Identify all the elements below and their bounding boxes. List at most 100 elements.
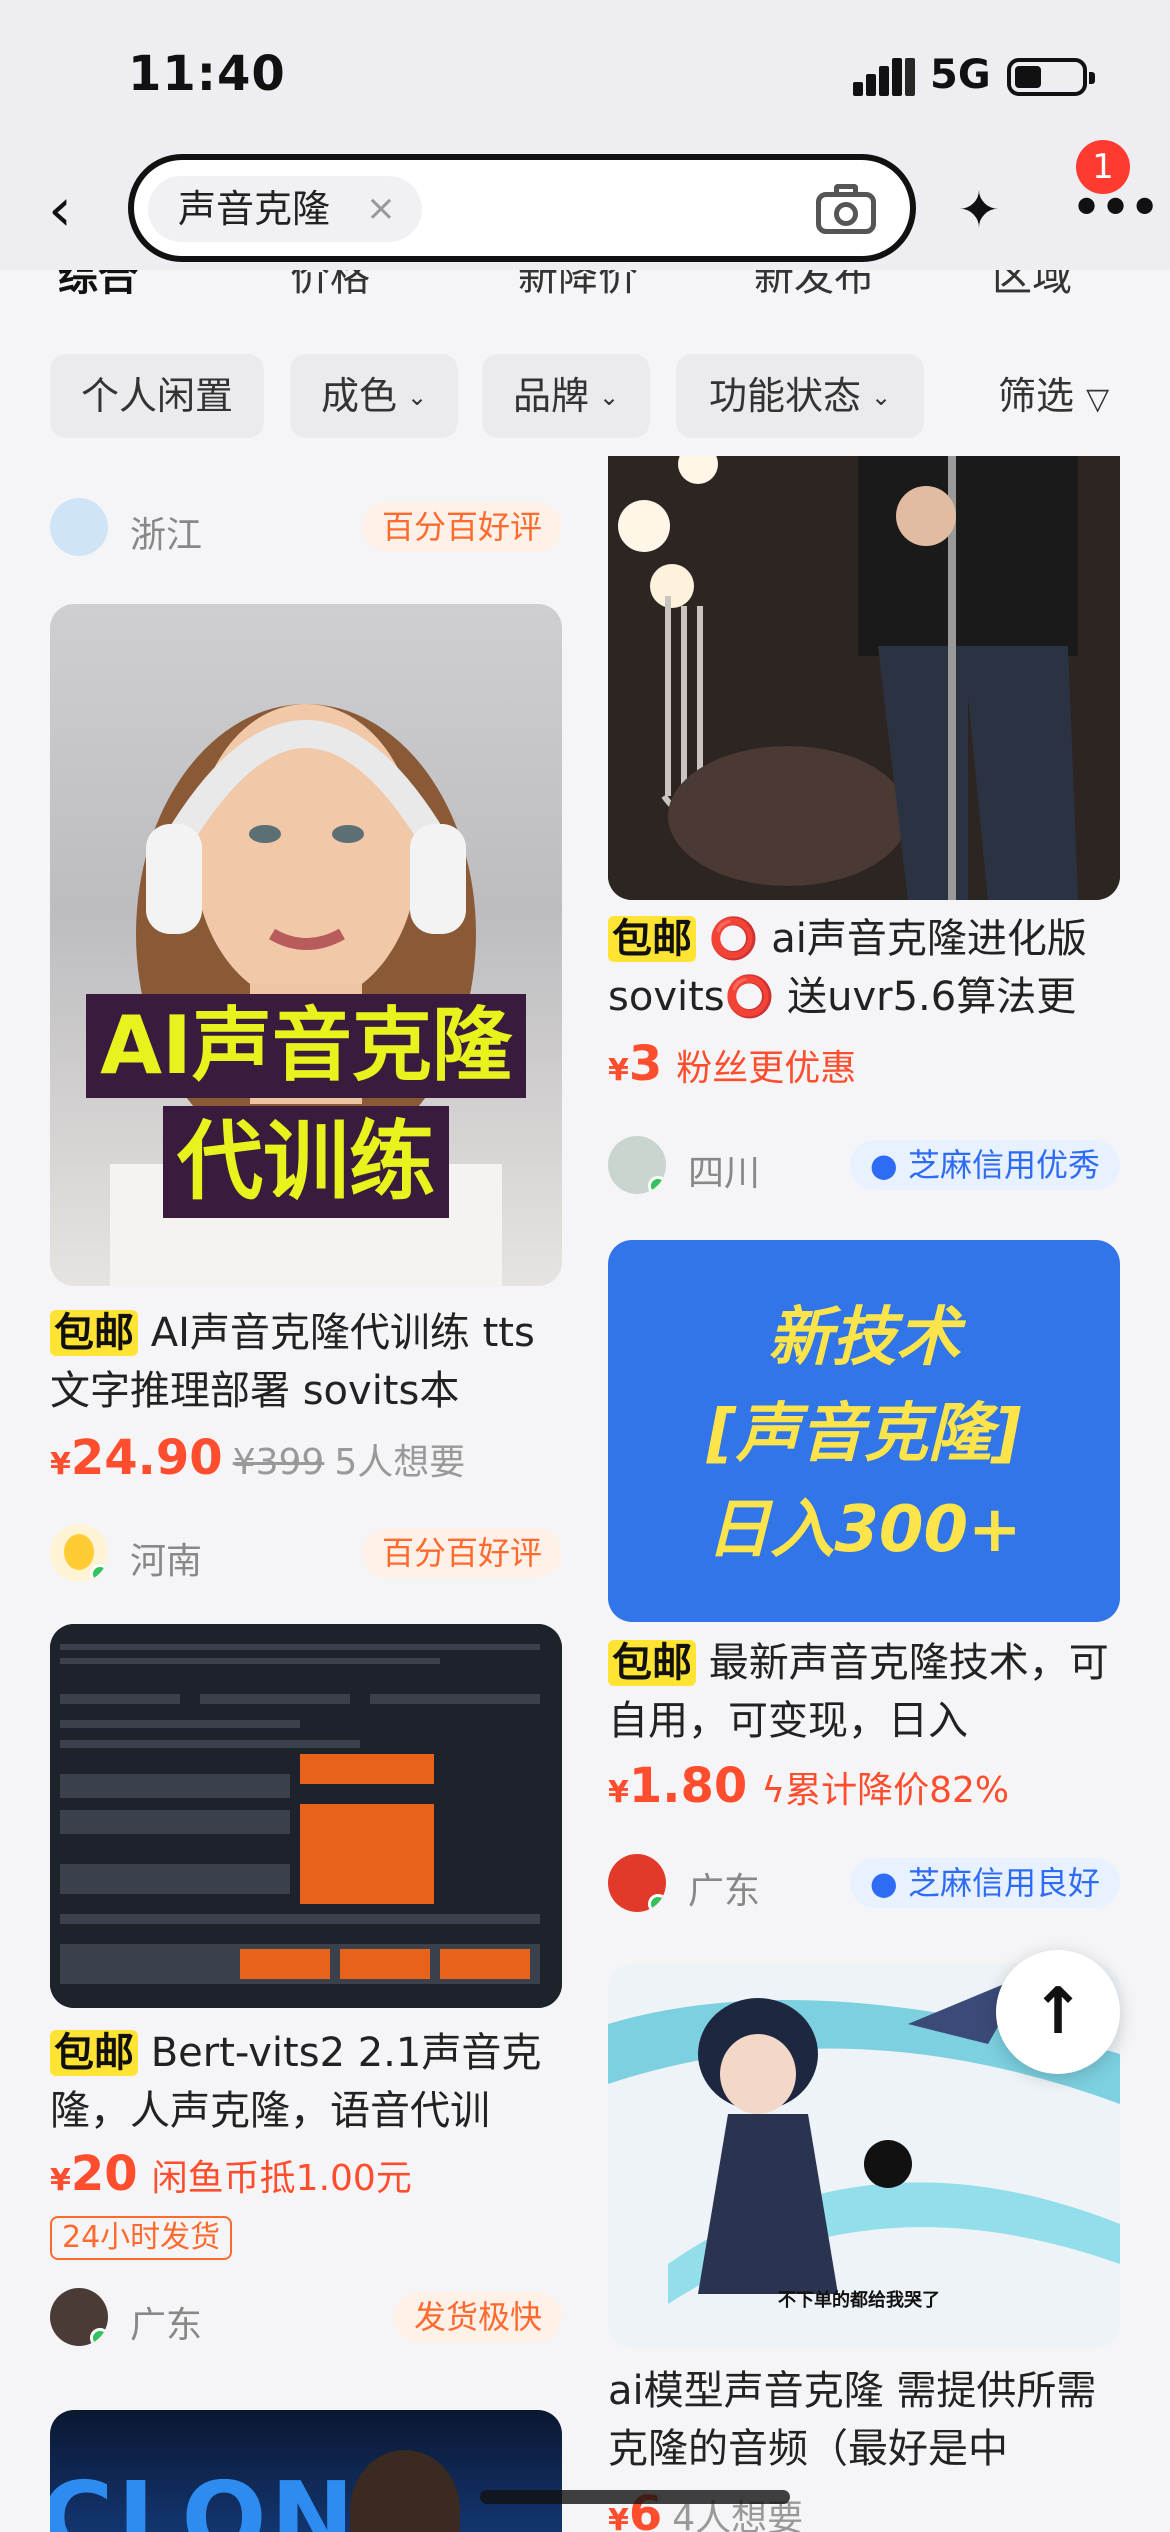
chevron-down-icon: ⌄	[870, 383, 892, 411]
seller-row[interactable]: 广东 ● 芝麻信用良好	[608, 1854, 1120, 1914]
filter-label: 功能状态	[708, 374, 861, 418]
product-title-text: ai模型声音克隆 需提供所需克隆的音频（最好是中	[608, 2368, 1097, 2472]
avatar	[50, 498, 108, 556]
seller-row[interactable]: 浙江 百分百好评	[50, 498, 562, 558]
search-box[interactable]: 声音克隆 ×	[128, 154, 916, 262]
seller-region: 河南	[130, 1541, 203, 1582]
image-overlay-text: 不下单的都给我哭了	[778, 2290, 940, 2311]
status-bar: 11:40 5G	[0, 0, 1170, 150]
tab-comprehensive[interactable]: 综合	[58, 270, 138, 302]
seller-region: 四川	[688, 1153, 761, 1194]
tab-new-discount[interactable]: 新降价	[518, 270, 638, 302]
seller-region: 广东	[688, 1871, 761, 1912]
filter-button[interactable]: 筛选 ▽	[998, 354, 1109, 438]
seller-row[interactable]: 四川 ● 芝麻信用优秀	[608, 1136, 1120, 1196]
free-shipping-tag: 包邮	[608, 1640, 696, 1686]
filter-label: 成色	[320, 374, 397, 418]
credit-badge-label: 芝麻信用优秀	[907, 1146, 1100, 1184]
signal-icon	[853, 56, 915, 96]
image-text-line: 日入300+	[706, 1493, 1022, 1567]
search-query-chip[interactable]: 声音克隆 ×	[148, 176, 423, 242]
currency-symbol: ¥	[608, 2503, 629, 2532]
product-title: 包邮 AI声音克隆代训练 tts文字推理部署 sovits本	[50, 1304, 570, 1420]
image-overlay-text: 新技术 [声音克隆] 日入300+	[608, 1290, 1120, 1578]
zhima-credit-badge: ● 芝麻信用良好	[849, 1858, 1120, 1908]
sort-tabs: 综合 价格 新降价 新发布 区域	[0, 270, 1170, 316]
software-screenshot-illustration	[50, 1624, 562, 2008]
original-price: ¥399	[232, 1442, 325, 1483]
want-count: 5人想要	[334, 1442, 466, 1483]
avatar	[50, 2288, 108, 2346]
product-image	[50, 1624, 562, 2008]
avatar	[608, 1136, 666, 1194]
seller-region: 浙江	[130, 515, 203, 556]
currency-symbol: ¥	[608, 1775, 629, 1810]
singer-photo-illustration	[608, 456, 1120, 900]
funnel-icon: ▽	[1086, 382, 1110, 417]
product-price: 24.90	[70, 1430, 223, 1486]
product-image	[608, 456, 1120, 900]
product-title: ai模型声音克隆 需提供所需克隆的音频（最好是中	[608, 2362, 1128, 2478]
avatar	[608, 1854, 666, 1912]
zhima-credit-badge: ● 芝麻信用优秀	[849, 1140, 1120, 1190]
shipping-tag: 24小时发货	[50, 2216, 233, 2260]
product-title: 包邮 ⭕ ai声音克隆进化版sovits⭕ 送uvr5.6算法更	[608, 910, 1128, 1026]
promo-text: 累计降价82%	[785, 1770, 1010, 1811]
image-text-line: 代训练	[163, 1106, 449, 1218]
search-query-text: 声音克隆	[178, 187, 331, 231]
tab-region[interactable]: 区域	[992, 270, 1072, 302]
battery-icon	[1007, 58, 1095, 96]
currency-symbol: ¥	[608, 1053, 629, 1088]
chevron-left-icon[interactable]: ‹	[48, 180, 98, 244]
clear-icon[interactable]: ×	[366, 176, 396, 242]
filter-personal[interactable]: 个人闲置	[50, 354, 264, 438]
rating-badge: 百分百好评	[361, 1528, 562, 1578]
filter-condition[interactable]: 成色 ⌄	[290, 354, 458, 438]
credit-badge-label: 芝麻信用良好	[907, 1864, 1100, 1902]
arrow-up-icon[interactable]: ↑	[996, 1950, 1120, 2074]
tab-new-release[interactable]: 新发布	[754, 270, 874, 302]
tab-price[interactable]: 价格	[290, 270, 370, 302]
filter-function[interactable]: 功能状态 ⌄	[676, 354, 924, 438]
price-line: ¥24.90 ¥399 5人想要	[50, 1430, 465, 1486]
product-price: 3	[628, 1036, 663, 1092]
filter-button-label: 筛选	[998, 374, 1075, 418]
product-image: 新技术 [声音克隆] 日入300+	[608, 1240, 1120, 1622]
network-type: 5G	[930, 52, 991, 98]
home-indicator	[480, 2490, 790, 2504]
seller-row[interactable]: 广东 发货极快	[50, 2288, 562, 2348]
seller-region: 广东	[130, 2305, 203, 2346]
price-line: ¥20 闲鱼币抵1.00元	[50, 2146, 412, 2202]
product-title: 包邮 最新声音克隆技术，可自用，可变现，日入	[608, 1634, 1128, 1750]
product-price: 1.80	[628, 1758, 748, 1814]
status-time: 11:40	[128, 46, 286, 102]
lightning-icon: ϟ	[761, 1770, 786, 1811]
flame-icon: ●	[869, 1146, 908, 1184]
pin-icon[interactable]: ✦	[958, 180, 1018, 240]
seller-row[interactable]: 河南 百分百好评	[50, 1524, 562, 1584]
more-icon[interactable]: •••	[1070, 181, 1161, 237]
product-image: CLONE	[50, 2410, 562, 2532]
free-shipping-tag: 包邮	[50, 2030, 138, 2076]
price-line: ¥1.80 ϟ累计降价82%	[608, 1758, 1009, 1814]
notification-badge: 1	[1076, 140, 1130, 194]
image-text-line: 新技术	[768, 1301, 960, 1375]
flame-icon: ●	[869, 1864, 908, 1902]
image-text-line: AI声音克隆	[86, 994, 526, 1098]
filter-brand[interactable]: 品牌 ⌄	[482, 354, 650, 438]
rating-badge: 百分百好评	[361, 502, 562, 552]
avatar	[50, 1524, 108, 1582]
filter-bar: 个人闲置 成色 ⌄ 品牌 ⌄ 功能状态 ⌄ 筛选 ▽	[0, 316, 1170, 456]
filter-label: 个人闲置	[80, 374, 233, 418]
product-title: 包邮 Bert-vits2 2.1声音克隆，人声克隆，语音代训	[50, 2024, 570, 2140]
free-shipping-tag: 包邮	[50, 1310, 138, 1356]
camera-icon[interactable]	[816, 182, 876, 234]
chevron-down-icon: ⌄	[406, 383, 428, 411]
promo-text: 粉丝更优惠	[676, 1048, 857, 1089]
product-image: AI声音克隆 代训练	[50, 604, 562, 1286]
filter-label: 品牌	[512, 374, 589, 418]
price-line: ¥3 粉丝更优惠	[608, 1036, 856, 1092]
image-text-line: [声音克隆]	[706, 1397, 1022, 1471]
image-overlay-text: AI声音克隆 代训练	[50, 994, 562, 1218]
currency-symbol: ¥	[50, 2163, 71, 2198]
